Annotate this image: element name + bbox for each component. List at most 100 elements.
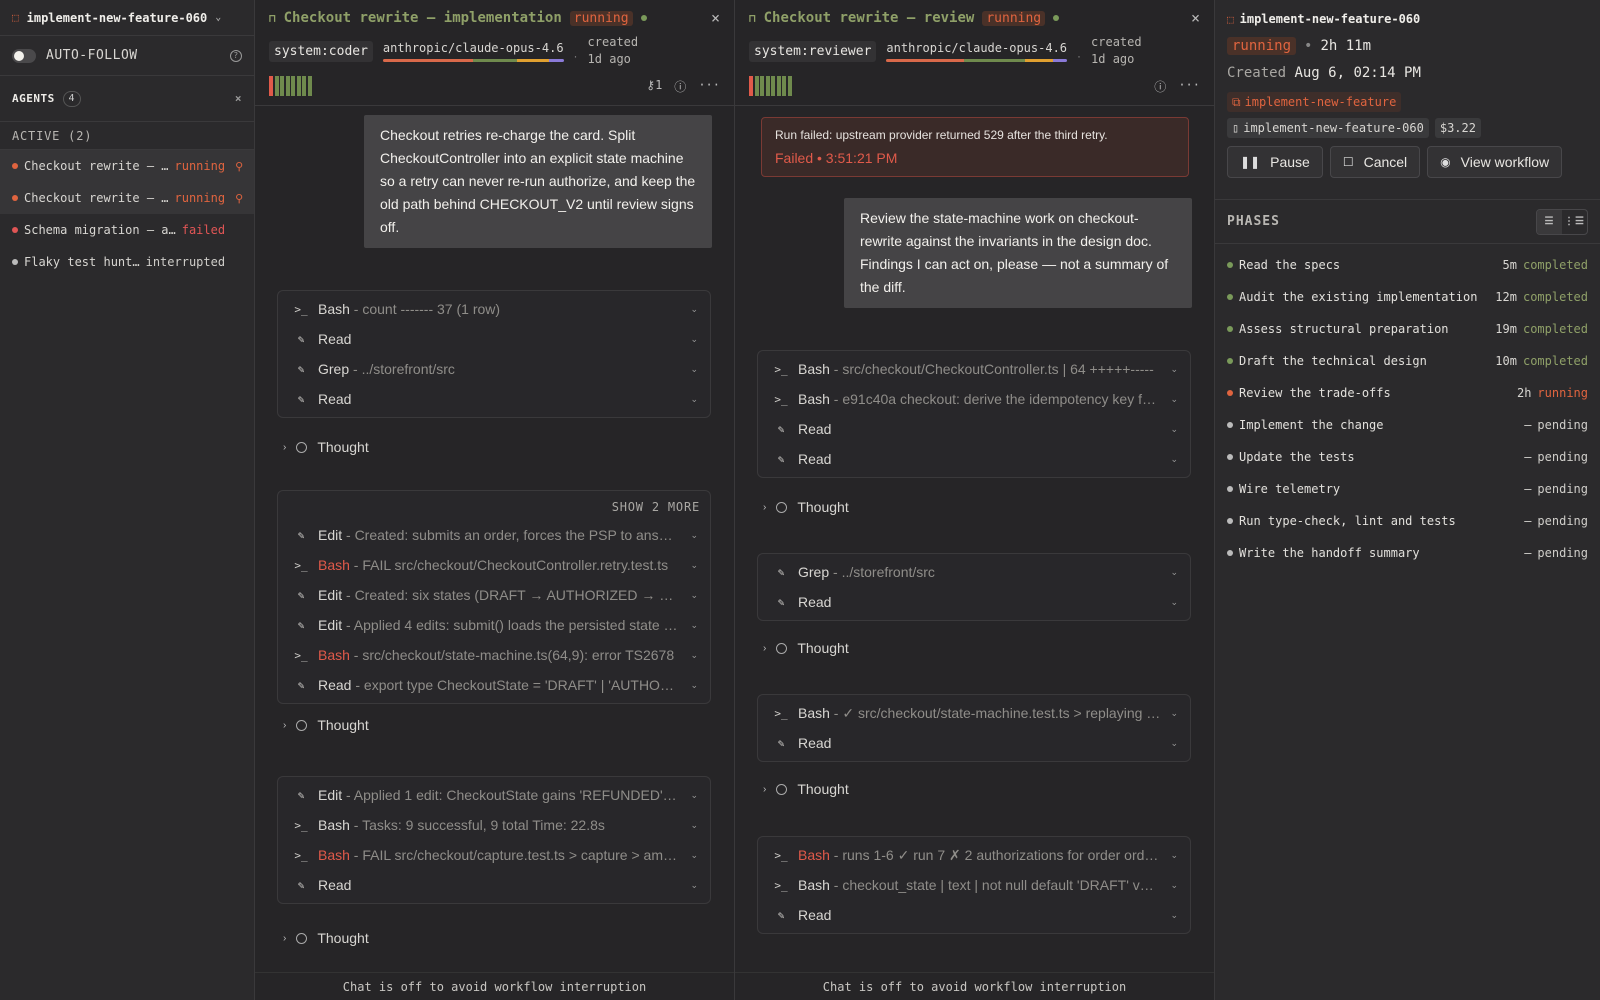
close-icon[interactable]: × <box>1191 9 1200 27</box>
tool-name: Edit <box>318 527 343 543</box>
thought-toggle[interactable]: › Thought <box>283 715 369 735</box>
phase-item[interactable]: Read the specs 5m completed <box>1215 249 1600 281</box>
tool-name: Bash <box>318 647 350 663</box>
tool-call-row[interactable]: >_ Bash - src/checkout/CheckoutController… <box>758 354 1190 384</box>
help-icon[interactable]: ? <box>230 49 242 62</box>
edit-icon: ✎ <box>777 595 785 609</box>
created-info: created 1d ago <box>1091 34 1142 68</box>
tool-call-row[interactable]: ✎ Read ⌄ <box>278 324 710 354</box>
terminal-icon: >_ <box>294 848 308 862</box>
tool-call-row[interactable]: ✎ Read ⌄ <box>278 870 710 900</box>
cancel-button[interactable]: ☐ Cancel <box>1329 146 1421 178</box>
phase-item[interactable]: Review the trade-offs 2h running <box>1215 377 1600 409</box>
tool-name: Bash <box>798 361 830 377</box>
tool-call-row[interactable]: ✎ Grep - ../storefront/src ⌄ <box>278 354 710 384</box>
tool-call-row[interactable]: ✎ Read ⌄ <box>758 728 1190 758</box>
agent-name: Checkout rewrite — … <box>24 191 169 205</box>
tool-call-row[interactable]: ✎ Edit - Applied 1 edit: CheckoutState ga… <box>278 780 710 810</box>
key-icon[interactable]: ⚷1 <box>646 78 662 95</box>
tool-summary: - Applied 4 edits: submit() loads the pe… <box>346 617 680 633</box>
phase-item[interactable]: Implement the change — pending <box>1215 409 1600 441</box>
phase-item[interactable]: Audit the existing implementation 12m comp… <box>1215 281 1600 313</box>
tool-call-row[interactable]: >_ Bash - FAIL src/checkout/CheckoutContr… <box>278 550 710 580</box>
chat-disabled-notice: Chat is off to avoid workflow interrupti… <box>255 972 734 1000</box>
list-view-icon[interactable]: ☰ <box>1537 209 1562 234</box>
phase-status: pending <box>1537 546 1588 560</box>
tool-call-row[interactable]: ✎ Grep - ../storefront/src ⌄ <box>758 557 1190 587</box>
tool-call-row[interactable]: >_ Bash - checkout_state | text | not nul… <box>758 870 1190 900</box>
workspace-switcher[interactable]: ⬚ implement-new-feature-060 ⌄ <box>0 0 254 36</box>
tool-call-row[interactable]: ✎ Edit - Created: submits an order, force… <box>278 520 710 550</box>
thought-toggle[interactable]: › Thought <box>763 497 849 517</box>
close-icon[interactable]: × <box>711 9 720 27</box>
phase-item[interactable]: Assess structural preparation 19m complete… <box>1215 313 1600 345</box>
thought-toggle[interactable]: › Thought <box>763 638 849 658</box>
tool-call-row[interactable]: >_ Bash - e91c40a checkout: derive the id… <box>758 384 1190 414</box>
chevron-down-icon: ⌄ <box>1170 879 1178 890</box>
phases-header: PHASES ☰ ⋮☰ <box>1215 200 1600 244</box>
more-icon[interactable]: ··· <box>698 78 720 95</box>
tool-call-row[interactable]: ✎ Edit - Applied 4 edits: submit() loads … <box>278 610 710 640</box>
tool-call-row[interactable]: >_ Bash - FAIL src/checkout/capture.test.… <box>278 840 710 870</box>
tool-call-row[interactable]: ✎ Edit - Created: six states (DRAFT → AUT… <box>278 580 710 610</box>
chevron-down-icon: ⌄ <box>690 789 698 800</box>
phase-item[interactable]: Write the handoff summary — pending <box>1215 537 1600 569</box>
agent-list-item[interactable]: Flaky test hunt… interrupted <box>0 246 254 278</box>
tool-call-row[interactable]: >_ Bash - ✓ src/checkout/state-machine.te… <box>758 698 1190 728</box>
tool-name: Edit <box>318 587 343 603</box>
sidebar: ⬚ implement-new-feature-060 ⌄ AUTO-FOLLO… <box>0 0 255 1000</box>
error-message: Run failed: upstream provider returned 5… <box>775 128 1108 142</box>
tree-view-icon[interactable]: ⋮☰ <box>1562 210 1587 234</box>
info-icon[interactable]: ⓘ <box>674 78 686 95</box>
chevron-down-icon: ⌄ <box>690 589 698 600</box>
agent-list-item[interactable]: Checkout rewrite — … running ⚲ <box>0 182 254 214</box>
phase-item[interactable]: Wire telemetry — pending <box>1215 473 1600 505</box>
edit-icon: ✎ <box>777 736 785 750</box>
tool-call-row[interactable]: >_ Bash - Tasks: 9 successful, 9 total Ti… <box>278 810 710 840</box>
edit-icon: ✎ <box>297 392 305 406</box>
phase-item[interactable]: Update the tests — pending <box>1215 441 1600 473</box>
thought-toggle[interactable]: › Thought <box>763 779 849 799</box>
phase-duration: 10m <box>1495 354 1517 368</box>
thought-label: Thought <box>317 717 369 733</box>
tool-call-row[interactable]: ✎ Read - export type CheckoutState = 'DRA… <box>278 670 710 700</box>
chevron-down-icon: ⌄ <box>1170 909 1178 920</box>
separator-dot: · <box>573 49 578 63</box>
phase-item[interactable]: Run type-check, lint and tests — pending <box>1215 505 1600 537</box>
filter-off-icon[interactable]: ⨯ <box>235 92 242 105</box>
phase-status-dot-icon <box>1227 454 1233 460</box>
view-workflow-button[interactable]: ◉ View workflow <box>1427 146 1563 178</box>
pause-button[interactable]: ❚❚ Pause <box>1227 146 1323 178</box>
pin-icon[interactable]: ⚲ <box>235 160 243 173</box>
tool-call-row[interactable]: >_ Bash - runs 1-6 ✓ run 7 ✗ 2 authorizat… <box>758 840 1190 870</box>
tool-call-row[interactable]: ✎ Read ⌄ <box>758 414 1190 444</box>
pin-icon[interactable]: ⚲ <box>235 192 243 205</box>
thought-icon <box>296 932 308 944</box>
status-dot-icon <box>12 163 18 169</box>
tool-call-row[interactable]: >_ Bash - count ------- 37 (1 row) ⌄ <box>278 294 710 324</box>
tool-call-row[interactable]: ✎ Read ⌄ <box>758 444 1190 474</box>
terminal-icon: >_ <box>774 392 788 406</box>
review-panel: ⊓ Checkout rewrite — review running × sy… <box>735 0 1215 1000</box>
more-icon[interactable]: ··· <box>1178 78 1200 95</box>
tool-name: Bash <box>798 877 830 893</box>
tool-group: >_ Bash - src/checkout/CheckoutController… <box>757 350 1191 478</box>
phase-item[interactable]: Draft the technical design 10m completed <box>1215 345 1600 377</box>
thought-toggle[interactable]: › Thought <box>283 437 369 457</box>
thought-toggle[interactable]: › Thought <box>283 928 369 948</box>
tool-call-row[interactable]: ✎ Read ⌄ <box>758 900 1190 930</box>
stop-icon: ☐ <box>1342 155 1354 169</box>
status-dot-icon <box>12 259 18 265</box>
workflow-chip[interactable]: ▯ implement-new-feature-060 <box>1227 118 1429 138</box>
tool-call-row[interactable]: ✎ Read ⌄ <box>278 384 710 414</box>
auto-follow-toggle[interactable] <box>12 48 36 63</box>
agent-list-item[interactable]: Checkout rewrite — … running ⚲ <box>0 150 254 182</box>
tool-call-row[interactable]: ✎ Read ⌄ <box>758 587 1190 617</box>
tool-name: Read <box>798 421 832 437</box>
tool-call-row[interactable]: >_ Bash - src/checkout/state-machine.ts(6… <box>278 640 710 670</box>
branch-chip[interactable]: ⧉ implement-new-feature <box>1227 92 1402 112</box>
tool-summary: - checkout_state | text | not null defau… <box>829 877 1161 893</box>
agent-list-item[interactable]: Schema migration — a… failed <box>0 214 254 246</box>
show-more-button[interactable]: SHOW 2 MORE <box>278 494 710 520</box>
info-icon[interactable]: ⓘ <box>1154 78 1166 95</box>
